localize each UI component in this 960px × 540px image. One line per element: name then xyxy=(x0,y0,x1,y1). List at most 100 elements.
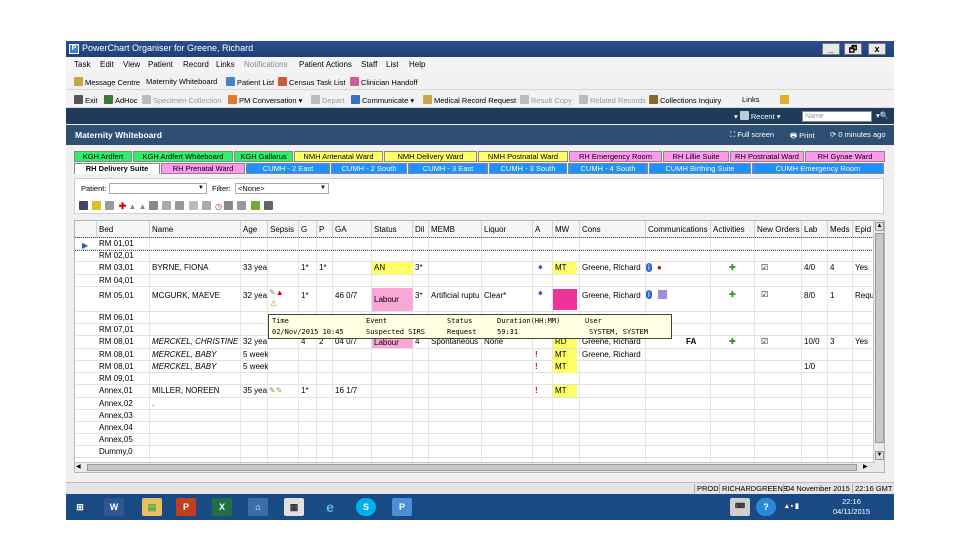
tab-cumh-emergency-room[interactable]: CUMH Emergency Room xyxy=(752,163,884,174)
table-row[interactable]: RM 02,01 xyxy=(75,250,875,262)
tab-cumh-2-east[interactable]: CUMH - 2 East xyxy=(246,163,330,174)
column-header-activities[interactable]: Activities xyxy=(711,221,755,238)
flag-icon[interactable] xyxy=(148,201,158,210)
menu-notifications[interactable]: Notifications xyxy=(244,60,288,69)
pm-conversation-button[interactable]: PM Conversation ▾ xyxy=(228,95,302,105)
extra-tool-button[interactable] xyxy=(780,95,791,105)
menu-list[interactable]: List xyxy=(386,60,398,69)
menu-help[interactable]: Help xyxy=(409,60,425,69)
exit-button[interactable]: Exit xyxy=(74,95,98,105)
clinician-handoff-button[interactable]: Clinician Handoff xyxy=(350,77,418,87)
skype-icon[interactable]: S xyxy=(356,498,376,516)
menu-edit[interactable]: Edit xyxy=(100,60,114,69)
close-button[interactable]: x xyxy=(868,43,886,55)
tab-kgh-ardfert[interactable]: KGH Ardfert xyxy=(74,151,132,162)
triangle-alt-icon[interactable]: ▲ xyxy=(139,202,147,211)
powerpoint-icon[interactable]: P xyxy=(176,498,196,516)
column-header-communications[interactable]: Communications xyxy=(646,221,711,238)
file-explorer-icon[interactable]: ▤ xyxy=(142,498,162,516)
car-icon[interactable] xyxy=(224,201,234,210)
column-header-memb[interactable]: MEMB xyxy=(429,221,482,238)
tab-rh-delivery-suite[interactable]: RH Delivery Suite xyxy=(74,163,160,174)
links-button[interactable]: Links xyxy=(742,95,760,104)
column-header-ga[interactable]: GA xyxy=(333,221,372,238)
keyboard-icon[interactable]: ⌨ xyxy=(730,498,750,516)
column-header-lab[interactable]: Lab xyxy=(802,221,828,238)
filter-select[interactable]: <None> ▼ xyxy=(235,183,329,194)
patient-list-button[interactable]: Patient List xyxy=(226,77,274,87)
column-header-name[interactable]: Name xyxy=(150,221,241,238)
menu-staff[interactable]: Staff xyxy=(361,60,377,69)
internet-explorer-icon[interactable]: e xyxy=(320,498,340,516)
refresh-button[interactable]: ⟳ 0 minutes ago xyxy=(830,130,886,139)
scroll-thumb[interactable] xyxy=(875,233,884,443)
menu-task[interactable]: Task xyxy=(74,60,90,69)
result-copy-button[interactable]: Result Copy xyxy=(520,95,572,105)
tab-cumh-4-south[interactable]: CUMH - 4 South xyxy=(568,163,648,174)
column-header-sepsis[interactable]: Sepsis xyxy=(268,221,299,238)
help-icon[interactable]: ? xyxy=(756,498,776,516)
table-row[interactable]: RM 08,01 MERCKEL, BABY 5 week MT Greene, Ric… xyxy=(75,349,875,361)
menu-patient-actions[interactable]: Patient Actions xyxy=(299,60,352,69)
word-icon[interactable]: W xyxy=(104,498,124,516)
patient-select[interactable]: ▼ xyxy=(109,183,207,194)
tab-rh-gynae-ward[interactable]: RH Gynae Ward xyxy=(805,151,885,162)
scroll-left-icon[interactable]: ◀ xyxy=(76,463,85,472)
tab-nmh-delivery-ward[interactable]: NMH Delivery Ward xyxy=(384,151,477,162)
tab-cumh-2-south[interactable]: CUMH - 2 South xyxy=(331,163,407,174)
add-cross-icon[interactable]: ✚ xyxy=(119,201,127,211)
tab-cumh-birthing-suite[interactable]: CUMH Birthing Suite xyxy=(649,163,751,174)
tab-nmh-postnatal-ward[interactable]: NMH Postnatal Ward xyxy=(478,151,568,162)
tab-kgh-gallarus[interactable]: KGH Gallarus xyxy=(234,151,293,162)
collections-inquiry-button[interactable]: Collections Inquiry xyxy=(649,95,721,105)
minimize-button[interactable]: _ xyxy=(822,43,840,55)
table-row[interactable]: Annex,03 xyxy=(75,410,875,422)
related-records-button[interactable]: Related Records xyxy=(579,95,646,105)
column-header-mw[interactable]: MW xyxy=(553,221,580,238)
tray-icons[interactable]: ▴ ▪ ▮ ⚑ xyxy=(782,498,802,516)
tab-cumh-3-south[interactable]: CUMH - 3 South xyxy=(489,163,567,174)
full-screen-button[interactable]: ⛶ Full screen xyxy=(730,130,774,140)
table-row[interactable]: RM 03,01 BYRNE, FIONA 33 yea 1* 1* AN 3* MT Gree… xyxy=(75,262,875,275)
document-icon[interactable] xyxy=(263,201,273,210)
triangle-icon[interactable]: ▲ xyxy=(128,202,136,211)
column-header-g[interactable]: G xyxy=(299,221,317,238)
vertical-scrollbar[interactable]: ▲ ▼ xyxy=(873,221,884,472)
communicate-button[interactable]: Communicate ▾ xyxy=(351,95,414,105)
scroll-down-icon[interactable]: ▼ xyxy=(875,451,884,460)
print-button[interactable]: 🖶 Print xyxy=(790,130,815,143)
column-header-new-orders[interactable]: New Orders xyxy=(755,221,802,238)
table-row[interactable]: RM 01,01 xyxy=(75,237,876,251)
clock-icon[interactable]: ◷ xyxy=(215,202,222,211)
table-row[interactable]: Annex,05 xyxy=(75,434,875,446)
column-header-dil[interactable]: Dil xyxy=(413,221,429,238)
table-row[interactable]: Annex,02. xyxy=(75,398,875,410)
adhoc-button[interactable]: AdHoc xyxy=(104,95,138,105)
scroll-h-thumb[interactable] xyxy=(87,464,857,471)
calculator-icon[interactable]: ▦ xyxy=(284,498,304,516)
pin-icon[interactable] xyxy=(162,201,172,210)
column-header-cons[interactable]: Cons xyxy=(580,221,646,238)
table-row[interactable]: RM 08,01 MERCKEL, BABY 5 week MT 1/0 xyxy=(75,361,875,373)
column-header-liquor[interactable]: Liquor xyxy=(482,221,533,238)
excel-icon[interactable]: X xyxy=(212,498,232,516)
patient-search-input[interactable]: Name xyxy=(802,111,872,122)
scroll-right-icon[interactable]: ▶ xyxy=(863,463,872,472)
tools-icon[interactable] xyxy=(105,201,115,210)
message-centre-button[interactable]: Message Centre xyxy=(74,77,140,87)
depart-button[interactable]: Depart xyxy=(311,95,345,105)
powerchart-taskbar-icon[interactable]: P xyxy=(392,498,412,516)
note-icon[interactable] xyxy=(92,201,102,210)
column-header-status[interactable]: Status xyxy=(372,221,413,238)
menu-record[interactable]: Record xyxy=(183,60,209,69)
specimen-collection-button[interactable]: Specimen Collection xyxy=(142,95,221,105)
tab-rh-prenatal-ward[interactable]: RH Prenatal Ward xyxy=(161,163,245,174)
tab-nmh-antenatal-ward[interactable]: NMH Antenatal Ward xyxy=(294,151,383,162)
scroll-up-icon[interactable]: ▲ xyxy=(875,222,884,231)
taskbar-clock[interactable]: 22:16 04/11/2015 xyxy=(833,497,870,517)
menu-view[interactable]: View xyxy=(123,60,140,69)
menu-patient[interactable]: Patient xyxy=(148,60,173,69)
column-header-p[interactable]: P xyxy=(317,221,333,238)
view-icon[interactable] xyxy=(79,201,88,210)
person-icon[interactable] xyxy=(237,201,247,210)
